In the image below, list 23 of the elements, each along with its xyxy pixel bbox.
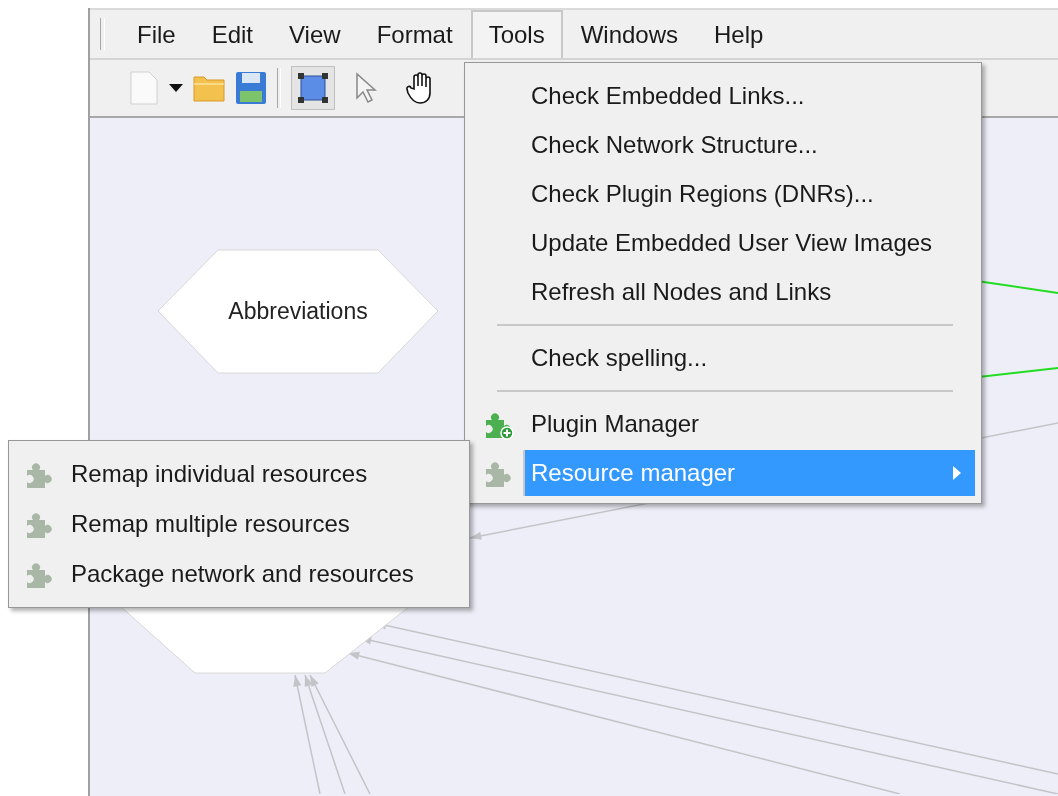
- menu-item[interactable]: View: [271, 10, 359, 58]
- caret-icon[interactable]: [169, 84, 183, 92]
- submenu-arrow-icon: [953, 465, 961, 480]
- menu-item[interactable]: Check Network Structure...: [523, 121, 975, 168]
- menu-item[interactable]: Plugin Manager: [523, 400, 975, 447]
- menu-item[interactable]: Remap individual resources: [71, 460, 368, 488]
- menu-item[interactable]: File: [119, 10, 194, 58]
- menu-item[interactable]: Remap multiple resources: [71, 510, 350, 538]
- menu-item[interactable]: Windows: [562, 10, 697, 58]
- menu-item[interactable]: Help: [696, 10, 782, 58]
- menu-item[interactable]: Check Plugin Regions (DNRs)...: [523, 170, 975, 217]
- menu-item[interactable]: Refresh all Nodes and Links: [523, 268, 975, 315]
- tool-button[interactable]: [291, 66, 335, 110]
- menu-item[interactable]: Package network and resources: [71, 560, 414, 588]
- menu-item[interactable]: Tools: [470, 10, 563, 58]
- menu-item[interactable]: Check Embedded Links...: [523, 72, 975, 119]
- hexagon-node[interactable]: Abbreviations: [157, 249, 439, 374]
- menu-item[interactable]: Check spelling...: [523, 334, 975, 381]
- pointer-icon[interactable]: [355, 72, 379, 104]
- menu-item[interactable]: Update Embedded User View Images: [523, 219, 975, 266]
- rectangle-select-icon[interactable]: [298, 73, 328, 103]
- menu-item[interactable]: Format: [358, 10, 471, 58]
- menu-item[interactable]: Edit: [193, 10, 272, 58]
